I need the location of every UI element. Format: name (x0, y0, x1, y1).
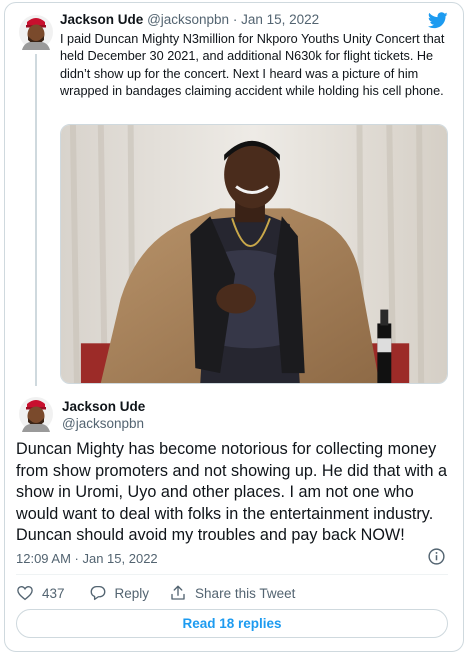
author-name[interactable]: Jackson Ude (60, 12, 143, 27)
thread-connector-line (35, 54, 37, 386)
author-handle[interactable]: @jacksonpbn (62, 416, 144, 431)
tweet-timestamp[interactable]: 12:09 AM · Jan 15, 2022 (16, 551, 158, 566)
share-icon (171, 585, 185, 600)
read-replies-button[interactable]: Read 18 replies (16, 609, 448, 638)
tweet-date[interactable]: Jan 15, 2022 (241, 12, 319, 27)
parent-tweet-text: I paid Duncan Mighty N3million for Nkpor… (60, 32, 445, 99)
divider (16, 574, 448, 575)
tweet-photo[interactable] (60, 124, 448, 384)
author-name[interactable]: Jackson Ude (62, 399, 145, 414)
heart-icon (17, 586, 33, 601)
avatar[interactable] (18, 12, 54, 50)
like-count: 437 (42, 585, 65, 601)
share-label: Share this Tweet (195, 585, 296, 601)
reply-label: Reply (114, 585, 150, 601)
parent-tweet-header: Jackson Ude @jacksonpbn · Jan 15, 2022 (60, 12, 319, 27)
info-icon[interactable] (428, 548, 445, 565)
avatar[interactable] (18, 394, 54, 432)
tweet-actions: 437 Reply Share this Tweet (16, 583, 315, 603)
author-handle[interactable]: @jacksonpbn (147, 12, 229, 27)
twitter-bird-icon[interactable] (427, 12, 448, 29)
separator: · (232, 12, 238, 27)
reply-icon (90, 585, 105, 601)
reply-button[interactable]: Reply (89, 584, 150, 602)
main-tweet-text: Duncan Mighty has become notorious for c… (16, 440, 447, 545)
share-button[interactable]: Share this Tweet (169, 584, 295, 602)
like-button[interactable]: 437 (16, 584, 65, 602)
